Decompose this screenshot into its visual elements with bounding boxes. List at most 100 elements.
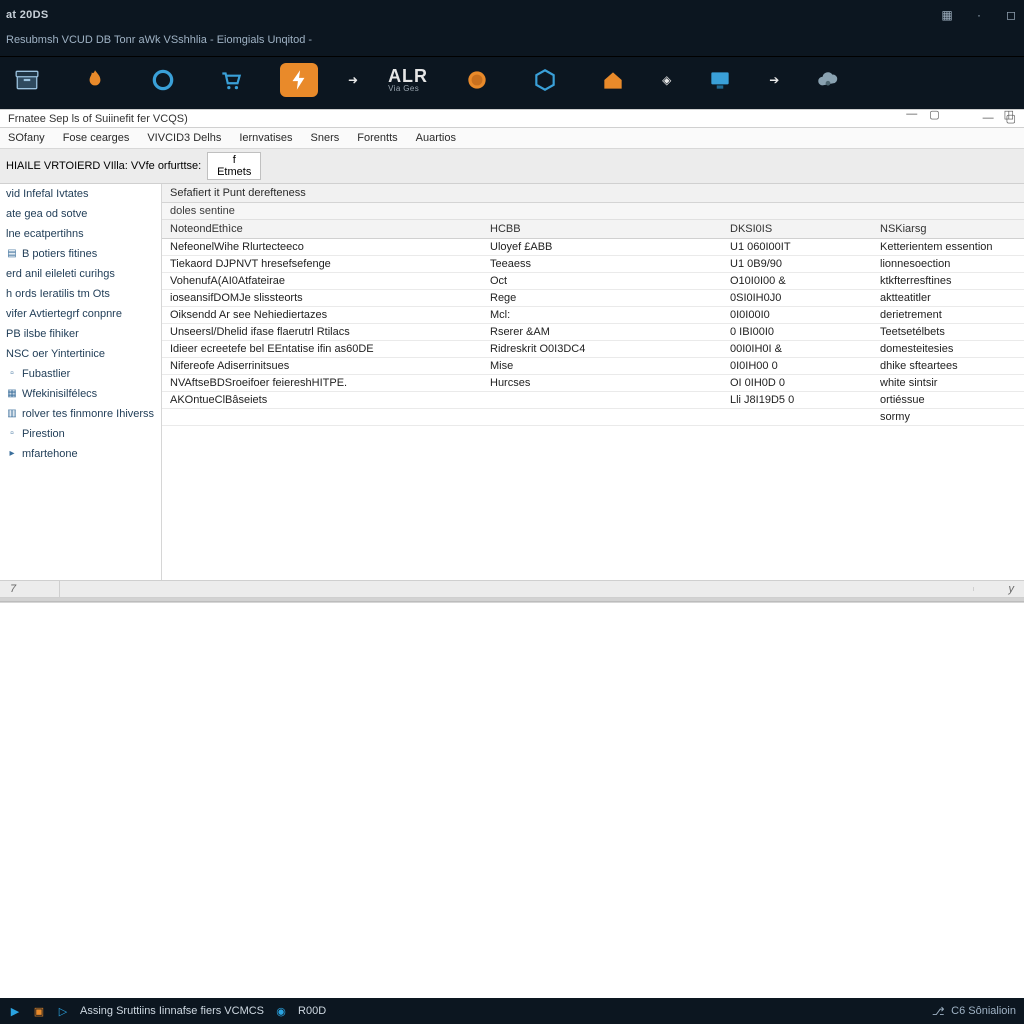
menu-item[interactable]: SOfany (8, 132, 45, 144)
sidebar-item[interactable]: ▥rolver tes finmonre Ihiverss (0, 404, 161, 424)
menu-item[interactable]: Fose cearges (63, 132, 130, 144)
table-cell: lionnesoection (872, 256, 1024, 273)
sidebar-item[interactable]: vifer Avtiertegrf conpnre (0, 304, 161, 324)
menu-item[interactable]: Sners (311, 132, 340, 144)
table-row[interactable]: Tiekaord DJPNVT hresefsefengeTeeaessU1 0… (162, 256, 1024, 273)
minimize-icon-2[interactable]: — (906, 108, 917, 121)
sidebar-item[interactable]: erd anil eileleti curihgs (0, 264, 161, 284)
ribbon-item-cart[interactable] (212, 63, 250, 97)
taskbar-label: Assing Sruttiins Iinnafse fiers VCMCS (80, 1005, 264, 1017)
table-cell: Unseersl/Dhelid ifase flaerutrl Rtilacs (162, 324, 482, 341)
table-row[interactable]: Idieer ecreetefe bel EEntatise ifin as60… (162, 341, 1024, 358)
doc-icon: ▤ (6, 248, 18, 260)
cart-icon (218, 67, 244, 93)
table-row[interactable]: Unseersl/Dhelid ifase flaerutrl RtilacsR… (162, 324, 1024, 341)
sidebar-item[interactable]: PB ilsbe fihiker (0, 324, 161, 344)
sidebar-item[interactable]: ▫Fubastlier (0, 364, 161, 384)
toolbar-filter-button[interactable]: f Etmets (207, 152, 261, 180)
table-row[interactable]: VohenufA(AI0AtfateiraeOctO10I0I00 &ktkft… (162, 273, 1024, 290)
column-header[interactable]: DKSI0IS (722, 220, 872, 239)
sidebar-item[interactable]: h ords Ieratilis tm Ots (0, 284, 161, 304)
table-cell: 0SI0IH0J0 (722, 290, 872, 307)
page-icon: ▥ (6, 408, 18, 420)
column-header[interactable]: NSKiarsg (872, 220, 1024, 239)
content-blank (162, 426, 1024, 580)
ribbon-item-archive[interactable] (8, 63, 46, 97)
status-left: 7 (0, 581, 60, 597)
table-cell: ortiéssue (872, 392, 1024, 409)
diamond-icon: ◈ (662, 73, 671, 87)
table-cell (162, 409, 482, 426)
table-cell: Teetsetélbets (872, 324, 1024, 341)
table-cell: Hurcses (482, 375, 722, 392)
column-header[interactable]: HCBB (482, 220, 722, 239)
sidebar-item[interactable]: NSC oer Yintertinice (0, 344, 161, 364)
sidebar-item[interactable]: ▦Wfekinisilfélecs (0, 384, 161, 404)
table-cell: Rserer &AM (482, 324, 722, 341)
maximize-icon-2[interactable]: ▢ (929, 108, 939, 121)
bolt-icon (286, 67, 312, 93)
table-cell: Idieer ecreetefe bel EEntatise ifin as60… (162, 341, 482, 358)
dot-icon[interactable]: · (972, 8, 986, 22)
sidebar-item[interactable]: ▸mfartehone (0, 444, 161, 464)
ribbon-item-circle[interactable] (144, 63, 182, 97)
taskbar-badge: R00D (298, 1005, 326, 1017)
globe-icon[interactable]: ◉ (274, 1004, 288, 1018)
lower-pane (0, 602, 1024, 999)
grid-icon[interactable]: ▦ (940, 8, 954, 22)
ribbon-item-coin[interactable] (458, 63, 496, 97)
table-row[interactable]: NefeonelWihe RlurtecteecoUloyef £ABBU1 0… (162, 239, 1024, 256)
table-cell: 00I0IH0I & (722, 341, 872, 358)
window-icon[interactable]: ◻ (1004, 8, 1018, 22)
ribbon-item-monitor[interactable] (701, 63, 739, 97)
sidebar-item[interactable]: ▤B potiers fitines (0, 244, 161, 264)
menu-item[interactable]: Iernvatises (239, 132, 292, 144)
triangle-icon[interactable]: ▷ (56, 1004, 70, 1018)
sidebar-item[interactable]: ate gea od sotve (0, 204, 161, 224)
table-row[interactable]: AKOntueClBâseietsLli J8I19D5 0ortiéssue (162, 392, 1024, 409)
toolbar: HIAILE VRTOIERD VIlla: VVfe orfurttse: f… (0, 149, 1024, 184)
table-cell: Oct (482, 273, 722, 290)
sidebar-item[interactable]: lne ecatpertihns (0, 224, 161, 244)
ribbon-alr[interactable]: ALR Via Ges (388, 68, 428, 93)
window-chrome: Frnatee Sep ls of Suiinefit fer VCQS) — … (0, 109, 1024, 127)
ribbon-item-orange-square[interactable] (280, 63, 318, 97)
branch-icon[interactable]: ⎇ (931, 1004, 945, 1018)
table-cell: dhike sfteartees (872, 358, 1024, 375)
table-row[interactable]: NVAftseBDSroeifoer feiereshHITPE.Hurcses… (162, 375, 1024, 392)
section-sub-heading: doles sentine (162, 203, 1024, 220)
table-cell: Nifereofe Adiserrinitsues (162, 358, 482, 375)
sidebar-item[interactable]: ▫Pirestion (0, 424, 161, 444)
menu-item[interactable]: Auartios (416, 132, 456, 144)
table-cell: aktteatitler (872, 290, 1024, 307)
column-header[interactable]: NoteondEthìce (162, 220, 482, 239)
ribbon-item-cloud[interactable] (809, 63, 847, 97)
table-cell: Oiksendd Ar see Nehiediertazes (162, 307, 482, 324)
table-row[interactable]: ioseansifDOMJe slissteortsRege0SI0IH0J0a… (162, 290, 1024, 307)
table-row[interactable]: sormy (162, 409, 1024, 426)
menu-item[interactable]: Forentts (357, 132, 397, 144)
data-table: NoteondEthìce HCBB DKSI0IS NSKiarsg Nefe… (162, 220, 1024, 426)
bookmark-icon[interactable]: ◫ (1004, 108, 1014, 121)
table-row[interactable]: Oiksendd Ar see NehiediertazesMcl:0I0I00… (162, 307, 1024, 324)
taskbar: ▶ ▣ ▷ Assing Sruttiins Iinnafse fiers VC… (0, 998, 1024, 1024)
table-cell: 0I0IH00 0 (722, 358, 872, 375)
tag-icon: ▸ (6, 448, 18, 460)
menu-item[interactable]: VIVCID3 Delhs (147, 132, 221, 144)
table-cell: 0I0I00I0 (722, 307, 872, 324)
table-cell: Lli J8I19D5 0 (722, 392, 872, 409)
ribbon-item-flame[interactable] (76, 63, 114, 97)
square-orange-icon[interactable]: ▣ (32, 1004, 46, 1018)
table-cell: ktkfterresftines (872, 273, 1024, 290)
table-cell: O10I0I00 & (722, 273, 872, 290)
table-row[interactable]: Nifereofe AdiserrinitsuesMise0I0IH00 0dh… (162, 358, 1024, 375)
status-middle (60, 587, 974, 591)
taskbar-item[interactable]: Assing Sruttiins Iinnafse fiers VCMCS (80, 1005, 264, 1017)
play-icon[interactable]: ▶ (8, 1004, 22, 1018)
ribbon-item-house[interactable] (594, 63, 632, 97)
toolbar-label: HIAILE VRTOIERD VIlla: VVfe orfurttse: (6, 160, 201, 172)
table-cell: NefeonelWihe Rlurtecteeco (162, 239, 482, 256)
section-heading: Sefafiert it Punt derefteness (162, 184, 1024, 203)
ribbon-item-nut[interactable] (526, 63, 564, 97)
sidebar-item[interactable]: vid Infefal Ivtates (0, 184, 161, 204)
